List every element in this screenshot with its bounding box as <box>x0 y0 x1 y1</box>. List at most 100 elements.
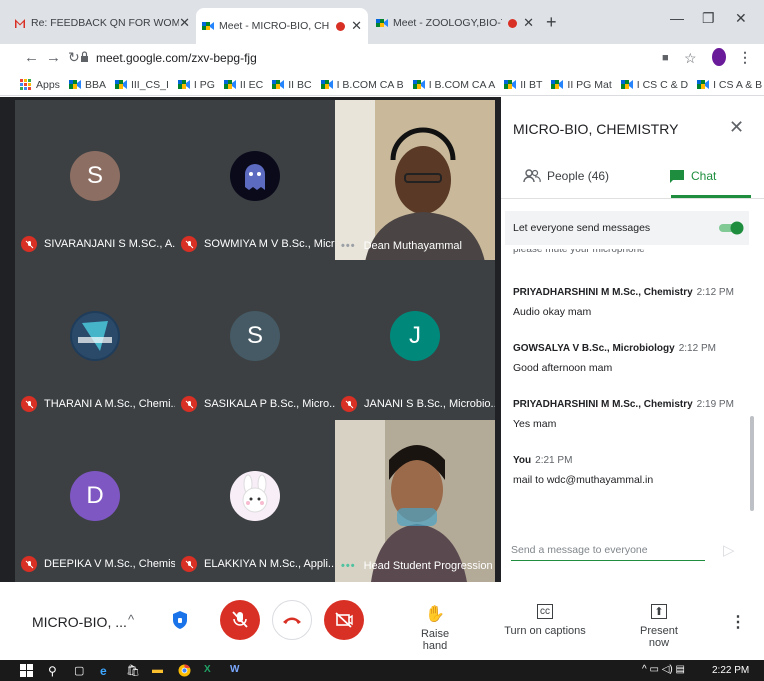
bookmark-item[interactable]: I B.COM CA B <box>320 79 404 91</box>
bookmark-item[interactable]: II BT <box>504 79 542 91</box>
tab-chat[interactable]: Chat <box>669 169 716 183</box>
close-icon[interactable]: ✕ <box>179 15 190 31</box>
bookmark-item[interactable]: II PG Mat <box>551 79 612 91</box>
message-sender: PRIYADHARSHINI M M.Sc., Chemistry <box>513 287 693 298</box>
window-close-icon[interactable]: ✕ <box>735 10 747 27</box>
mic-off-icon <box>181 236 197 252</box>
system-tray-icons[interactable]: ^ ▭ ◁) ▤ <box>642 664 685 675</box>
bookmark-item[interactable]: BBA <box>68 79 106 91</box>
bookmark-label: III_CS_I <box>130 78 169 91</box>
tab-meet-micro-bio[interactable]: Meet - MICRO-BIO, CHEMIST ✕ <box>196 8 368 44</box>
browser-menu-icon[interactable]: ⋮ <box>738 49 752 66</box>
chevron-up-icon[interactable]: ^ <box>128 612 134 627</box>
camera-icon[interactable]: ■ <box>662 52 669 64</box>
close-icon[interactable]: ✕ <box>351 18 362 34</box>
url-field[interactable]: meet.google.com/zxv-bepg-fjg <box>96 51 257 65</box>
participant-video-tile[interactable]: ••• Head Student Progression <box>335 420 495 582</box>
captions-button[interactable]: cc Turn on captions <box>504 604 586 637</box>
bookmark-item[interactable]: I B.COM CA A <box>412 79 495 91</box>
gmail-icon <box>15 19 25 28</box>
meet-icon <box>320 80 333 89</box>
bunny-avatar-icon <box>242 474 268 513</box>
bookmark-item[interactable]: I CS C & D <box>620 79 688 91</box>
chrome-icon[interactable] <box>178 664 191 677</box>
message-time: 2:21 PM <box>535 455 573 466</box>
chat-scrollbar[interactable] <box>750 416 754 511</box>
participant-video-tile[interactable]: ••• Dean Muthayammal <box>335 100 495 262</box>
windows-start-icon[interactable] <box>20 664 33 677</box>
edge-icon[interactable]: e <box>100 664 113 678</box>
meeting-details-label[interactable]: MICRO-BIO, ... <box>32 614 127 630</box>
tab-title: Meet - ZOOLOGY,BIO-TECH <box>393 17 502 29</box>
tab-title: Re: FEEDBACK QN FOR WOMEN <box>31 17 180 29</box>
chat-tab-label: Chat <box>691 169 717 183</box>
tab-people[interactable]: People (46) <box>523 169 609 183</box>
bookmark-label: I CS A & B <box>713 78 763 91</box>
file-explorer-icon[interactable]: ▬ <box>152 664 165 677</box>
participant-tile[interactable]: S SIVARANJANI S M.SC., A... <box>15 100 175 262</box>
participant-name: Dean Muthayammal <box>363 240 462 252</box>
participant-tile[interactable]: ELAKKIYA N M.Sc., Appli... <box>175 420 335 582</box>
new-tab-plus-icon[interactable]: + <box>546 12 557 33</box>
back-arrow-icon[interactable]: ← <box>24 49 39 66</box>
participant-tile[interactable]: SOWMIYA M V B.Sc., Micr... <box>175 100 335 262</box>
camera-off-button[interactable] <box>324 600 364 640</box>
mic-off-button[interactable] <box>220 600 260 640</box>
bookmark-item[interactable]: I CS A & B <box>697 79 762 91</box>
profile-avatar[interactable] <box>712 48 726 66</box>
divider <box>501 198 764 199</box>
excel-icon[interactable]: X <box>204 664 217 677</box>
close-panel-icon[interactable]: ✕ <box>729 117 744 138</box>
participant-name: Head Student Progression <box>363 560 493 572</box>
audio-level-icon: ••• <box>341 560 356 572</box>
bookmark-item[interactable]: II BC <box>272 79 312 91</box>
leave-call-button[interactable] <box>272 600 312 640</box>
everyone-send-setting: Let everyone send messages <box>505 211 749 245</box>
star-icon[interactable]: ☆ <box>684 50 697 67</box>
recording-icon <box>508 18 518 28</box>
participant-tile[interactable]: D DEEPIKA V M.Sc., Chemis... <box>15 420 175 582</box>
bookmark-label: II BT <box>520 78 543 91</box>
participant-name: THARANI A M.Sc., Chemi... <box>44 398 175 410</box>
meet-icon <box>376 19 388 27</box>
participant-tile[interactable]: S SASIKALA P B.Sc., Micro... <box>175 260 335 422</box>
participant-name: SIVARANJANI S M.SC., A... <box>44 238 175 250</box>
close-icon[interactable]: ✕ <box>523 15 534 31</box>
taskbar-clock: 2:22 PM <box>712 665 750 676</box>
bookmark-item[interactable]: I PG <box>177 79 215 91</box>
participant-tile[interactable]: J JANANI S B.Sc., Microbio... <box>335 260 495 422</box>
message-time: 2:12 PM <box>678 343 716 354</box>
word-icon[interactable]: W <box>230 664 243 677</box>
bookmark-apps[interactable]: Apps <box>20 79 60 91</box>
avatar: J <box>390 311 440 361</box>
message-sender: You <box>513 455 532 466</box>
everyone-send-toggle[interactable] <box>718 221 744 235</box>
more-options-icon[interactable]: ⋮ <box>730 612 746 632</box>
camera-off-icon <box>335 612 353 628</box>
restore-icon[interactable]: ❐ <box>702 10 715 27</box>
task-view-icon[interactable]: ▢ <box>74 664 87 677</box>
host-controls-shield-icon[interactable] <box>172 610 188 630</box>
raise-hand-button[interactable]: ✋ Raise hand <box>408 604 462 652</box>
reload-icon[interactable]: ↻ <box>68 49 80 66</box>
forward-arrow-icon[interactable]: → <box>46 49 61 66</box>
store-icon[interactable]: 🛍 <box>126 664 140 677</box>
search-icon[interactable]: ⚲ <box>48 664 61 678</box>
meet-icon <box>697 80 710 89</box>
bookmark-item[interactable]: II EC <box>223 79 263 91</box>
bookmark-item[interactable]: III_CS_I <box>114 78 169 91</box>
people-tab-label: People (46) <box>547 169 610 183</box>
people-icon <box>523 169 541 183</box>
minimize-icon[interactable]: — <box>670 10 684 26</box>
meet-icon <box>223 80 236 89</box>
captions-label: Turn on captions <box>504 625 586 637</box>
present-now-button[interactable]: ⬆ Present now <box>630 604 688 649</box>
tab-gmail[interactable]: Re: FEEDBACK QN FOR WOMEN ✕ <box>8 10 196 36</box>
meet-icon <box>272 80 285 89</box>
send-icon[interactable]: ▷ <box>723 541 735 559</box>
participant-tile[interactable]: THARANI A M.Sc., Chemi... <box>15 260 175 422</box>
chat-message-partial: please mute your microphone <box>513 249 645 255</box>
chat-input[interactable]: Send a message to everyone <box>511 544 705 561</box>
chat-icon <box>670 170 684 183</box>
tab-meet-zoology[interactable]: Meet - ZOOLOGY,BIO-TECH ✕ <box>370 10 540 36</box>
